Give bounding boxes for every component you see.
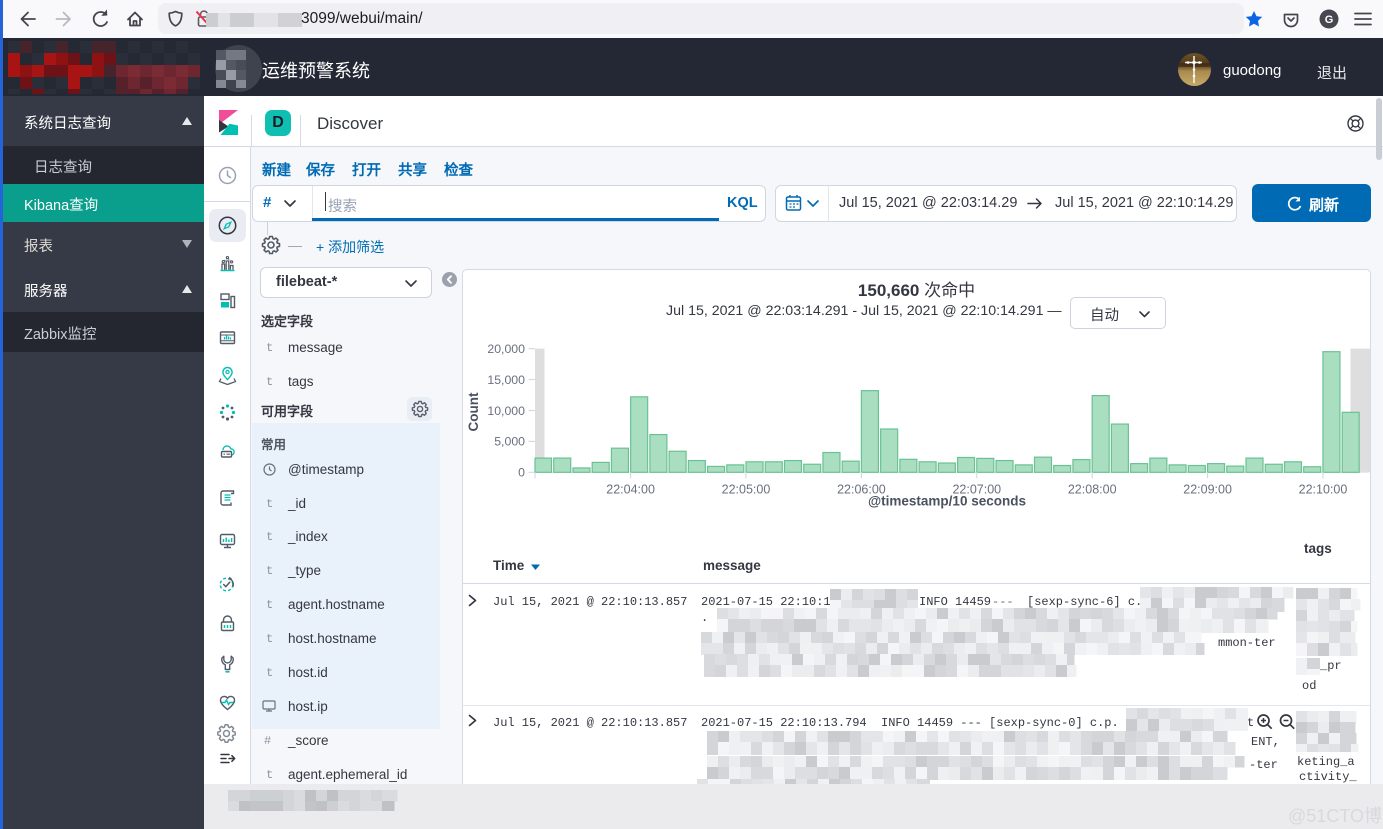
svg-text:22:08:00: 22:08:00 <box>1068 482 1117 496</box>
svg-text:20,000: 20,000 <box>487 342 525 356</box>
svg-text:0: 0 <box>518 466 525 480</box>
svg-text:@timestamp/10 seconds: @timestamp/10 seconds <box>868 494 1026 509</box>
svg-text:15,000: 15,000 <box>487 373 525 387</box>
svg-text:22:09:00: 22:09:00 <box>1183 482 1232 496</box>
svg-text:22:10:00: 22:10:00 <box>1299 482 1348 496</box>
svg-text:5,000: 5,000 <box>494 435 525 449</box>
svg-text:G: G <box>1325 14 1334 26</box>
svg-text:10,000: 10,000 <box>487 404 525 418</box>
svg-text:22:04:00: 22:04:00 <box>606 482 655 496</box>
svg-text:Count: Count <box>466 392 481 431</box>
svg-text:22:05:00: 22:05:00 <box>722 482 771 496</box>
